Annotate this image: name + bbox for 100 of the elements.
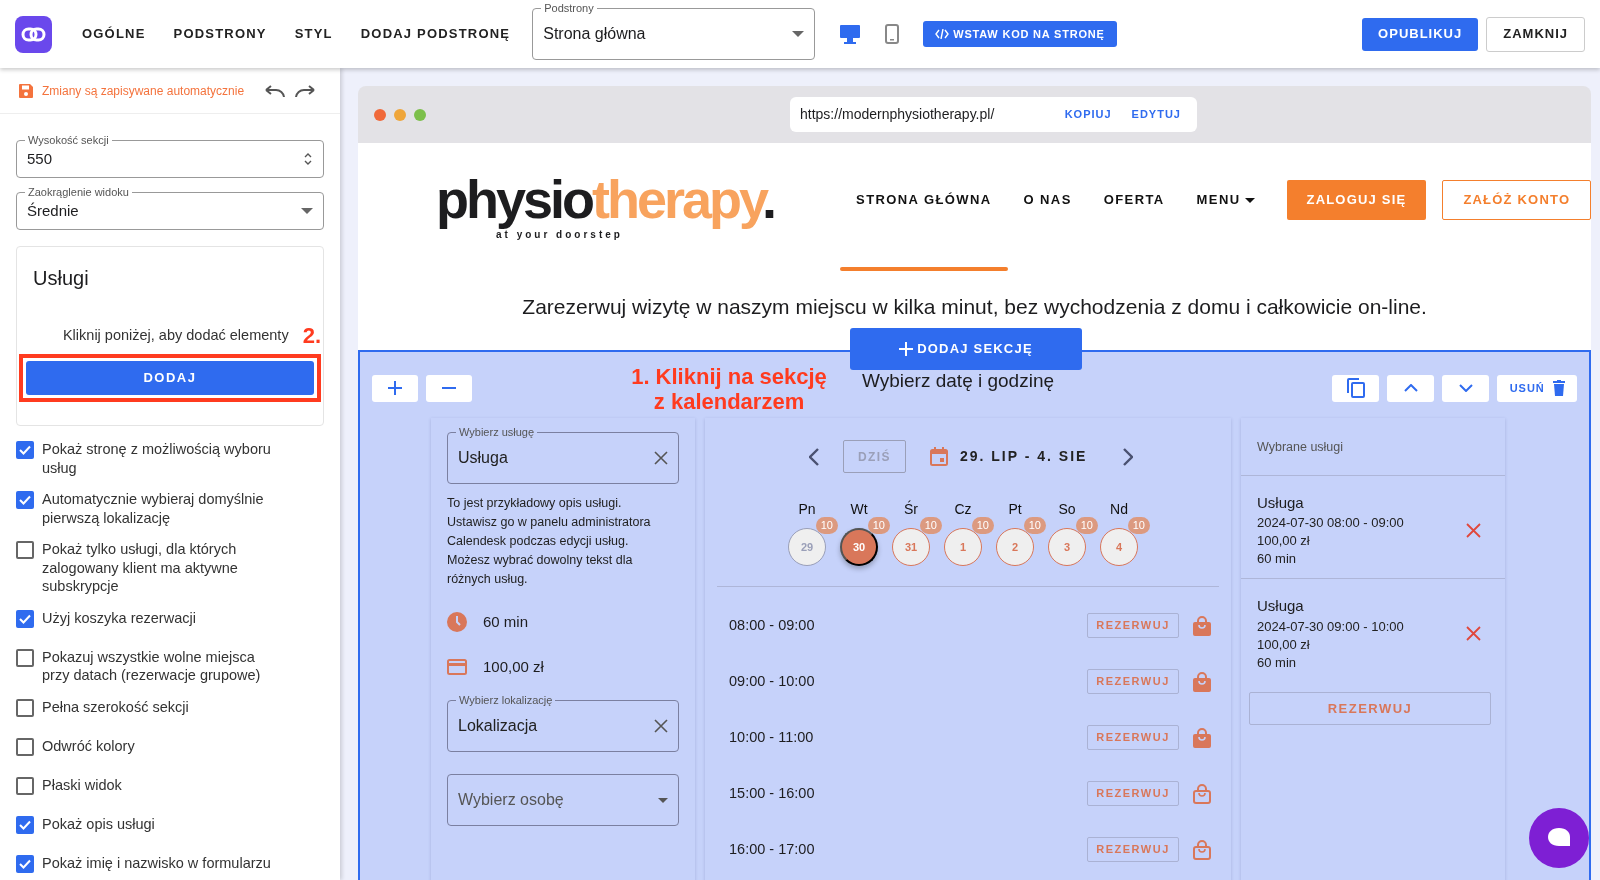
weekday-label: Wt xyxy=(850,500,868,519)
chevron-up-icon xyxy=(1403,384,1418,392)
date-circle: 29 xyxy=(788,528,826,566)
checkbox[interactable] xyxy=(16,815,34,834)
copy-button[interactable] xyxy=(1332,374,1380,402)
nav-link[interactable]: OFERTA xyxy=(1087,179,1181,221)
cart-item-duration: 60 min xyxy=(1257,653,1298,672)
plus-icon xyxy=(388,381,402,395)
option-label[interactable]: Płaski widok xyxy=(42,775,122,794)
redo-icon[interactable] xyxy=(294,83,317,98)
app-logo-icon[interactable] xyxy=(15,15,52,53)
option-label[interactable]: Odwróć kolory xyxy=(42,736,135,755)
section-title: Wybierz datę i godzinę xyxy=(862,369,1055,393)
checkbox[interactable] xyxy=(16,698,34,717)
checkbox[interactable] xyxy=(16,441,34,459)
calendar-icon xyxy=(929,447,948,466)
checkbox[interactable] xyxy=(16,776,34,795)
remove-button[interactable] xyxy=(426,374,472,402)
person-select-field[interactable]: Wybierz osobę xyxy=(447,774,679,826)
card-icon xyxy=(447,658,467,675)
option-label[interactable]: Pokaż stronę z możliwością wyboru usług xyxy=(42,440,284,477)
option-label[interactable]: Pokaż tylko usługi, dla których zalogowany klient ma aktywne subskrypcje xyxy=(42,540,284,596)
embed-code-button[interactable]: WSTAW KOD NA STRONĘ xyxy=(923,21,1117,47)
weekday-label: Nd xyxy=(1110,500,1128,519)
chevron-left-icon[interactable] xyxy=(809,447,819,466)
mobile-view-icon[interactable] xyxy=(885,24,900,44)
slot-count-badge: 10 xyxy=(815,517,838,534)
step-instruction: 1. Kliknij na sekcję z kalendarzem xyxy=(630,364,828,414)
publish-button[interactable]: OPUBLIKUJ xyxy=(1362,17,1479,51)
window-dot-icon xyxy=(374,108,386,121)
move-up-button[interactable] xyxy=(1387,374,1435,402)
delete-button[interactable]: USUŃ xyxy=(1497,374,1578,402)
field-label: Wybierz usługę xyxy=(456,425,538,439)
nav-link[interactable]: O NAS xyxy=(1007,179,1088,221)
field-label: Podstrony xyxy=(541,1,597,15)
cart-item-date: 2024-07-30 08:00 - 09:00 xyxy=(1257,514,1404,533)
url-action-link[interactable]: KOPIUJ xyxy=(1058,105,1118,124)
caret-icon xyxy=(1244,197,1255,203)
move-down-button[interactable] xyxy=(1442,374,1490,402)
copy-icon xyxy=(1346,378,1365,398)
remove-icon[interactable] xyxy=(1466,522,1481,538)
desktop-view-icon[interactable] xyxy=(839,24,862,44)
date-range: 29. LIP - 4. SIE xyxy=(959,447,1088,466)
time-slot: 16:00 - 17:00 xyxy=(729,838,815,861)
plus-icon xyxy=(899,342,914,356)
url-action-link[interactable]: EDYTUJ xyxy=(1125,105,1187,124)
weekday-label: Śr xyxy=(904,499,918,519)
weekday-label: So xyxy=(1058,500,1076,519)
menu-tab[interactable]: DODAJ PODSTRONĘ xyxy=(346,18,525,50)
trash-icon xyxy=(1552,380,1565,396)
option-label[interactable]: Automatycznie wybieraj domyślnie pierwszą lokalizację xyxy=(42,490,284,527)
add-button[interactable] xyxy=(372,374,418,402)
cart-item-price: 100,00 zł xyxy=(1257,635,1311,654)
dropdown-menu-link[interactable]: MENU xyxy=(1180,179,1271,221)
field-label: Zaokrąglenie widoku xyxy=(25,185,132,199)
menu-tab[interactable]: OGÓLNE xyxy=(68,18,160,50)
option-label[interactable]: Pokaż imię i nazwisko w formularzu xyxy=(42,853,271,872)
menu-tab[interactable]: STYL xyxy=(280,18,347,50)
weekday-label: Pt xyxy=(1008,500,1022,519)
card-title: Usługi xyxy=(32,266,90,291)
checkbox[interactable] xyxy=(16,648,34,667)
spin-arrows-icon[interactable] xyxy=(303,151,313,167)
chevron-right-icon[interactable] xyxy=(1123,447,1134,466)
cart-item-name: Usługa xyxy=(1257,596,1305,617)
option-label[interactable]: Użyj koszyka rezerwacji xyxy=(42,608,196,627)
clear-icon[interactable] xyxy=(654,719,668,733)
caret-icon xyxy=(301,208,313,214)
speech-bubble-icon xyxy=(1547,827,1572,849)
slot-count-badge: 10 xyxy=(867,517,890,534)
checkbox[interactable] xyxy=(16,854,34,873)
autosave-status: Zmiany są zapisywane automatycznie xyxy=(42,82,245,100)
checkbox[interactable] xyxy=(16,609,34,628)
chevron-down-icon xyxy=(1458,384,1473,392)
time-slot: 10:00 - 11:00 xyxy=(729,726,814,749)
option-label[interactable]: Pokazuj wszystkie wolne miejsca przy datach (rezerwacje grupowe) xyxy=(42,647,284,685)
checkbox[interactable] xyxy=(16,541,34,559)
remove-icon[interactable] xyxy=(1466,626,1481,641)
option-label[interactable]: Pełna szerokość sekcji xyxy=(42,697,189,716)
save-icon xyxy=(18,82,34,99)
logo-wordmark[interactable]: physiotherapy. xyxy=(436,167,779,231)
close-button[interactable]: ZAMKNIJ xyxy=(1486,16,1585,52)
service-description: To jest przykładowy opis usługi. Ustawisz go w panelu administratora Calendesk podczas edycji usług. Możesz wybrać dowolny tekst dla różnych usług. xyxy=(447,495,652,588)
weekday-label: Cz xyxy=(954,500,972,519)
menu-tab[interactable]: PODSTRONY xyxy=(159,18,281,50)
undo-icon[interactable] xyxy=(264,83,287,98)
add-section-button[interactable]: DODAJ SEKCJĘ xyxy=(850,328,1082,370)
checkbox[interactable] xyxy=(16,491,34,509)
add-button[interactable]: DODAJ xyxy=(26,361,314,395)
option-label[interactable]: Pokaż opis usługi xyxy=(42,814,155,833)
checkbox[interactable] xyxy=(16,737,34,756)
url-text: https://modernphysiotherapy.pl/ xyxy=(800,105,995,124)
nav-link[interactable]: STRONA GŁÓWNA xyxy=(840,179,1008,221)
clear-icon[interactable] xyxy=(654,451,668,465)
cart-item-name: Usługa xyxy=(1257,492,1305,513)
caret-icon xyxy=(792,31,805,37)
time-slot: 08:00 - 09:00 xyxy=(729,614,815,637)
slot-count-badge: 10 xyxy=(1023,517,1046,534)
caret-icon xyxy=(658,797,668,803)
field-label: Wysokość sekcji xyxy=(25,133,112,147)
window-dot-icon xyxy=(394,108,406,121)
